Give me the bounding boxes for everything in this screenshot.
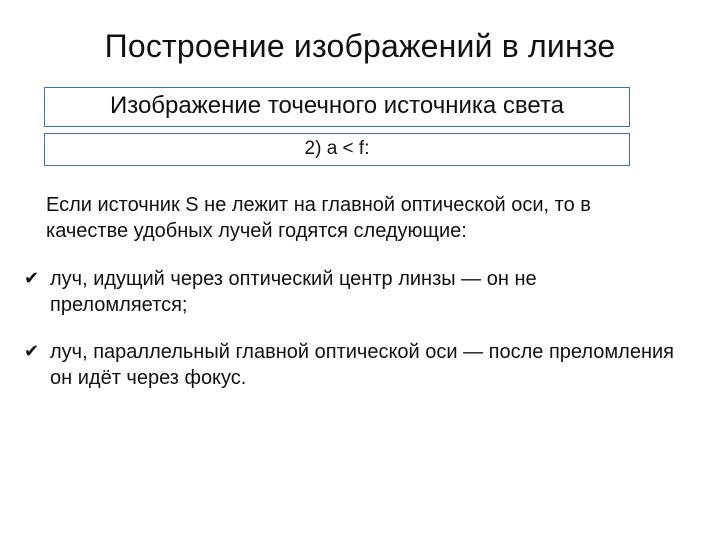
list-item: луч, параллельный главной оптической оси… bbox=[24, 339, 676, 392]
case-box: 2) a < f: bbox=[44, 133, 630, 166]
lead-paragraph: Если источник S не лежит на главной опти… bbox=[46, 192, 666, 244]
bullet-list: луч, идущий через оптический центр линзы… bbox=[44, 266, 676, 392]
page-title: Построение изображений в линзе bbox=[44, 28, 676, 65]
subtitle-box: Изображение точечного источника света bbox=[44, 87, 630, 127]
list-item: луч, идущий через оптический центр линзы… bbox=[24, 266, 676, 319]
